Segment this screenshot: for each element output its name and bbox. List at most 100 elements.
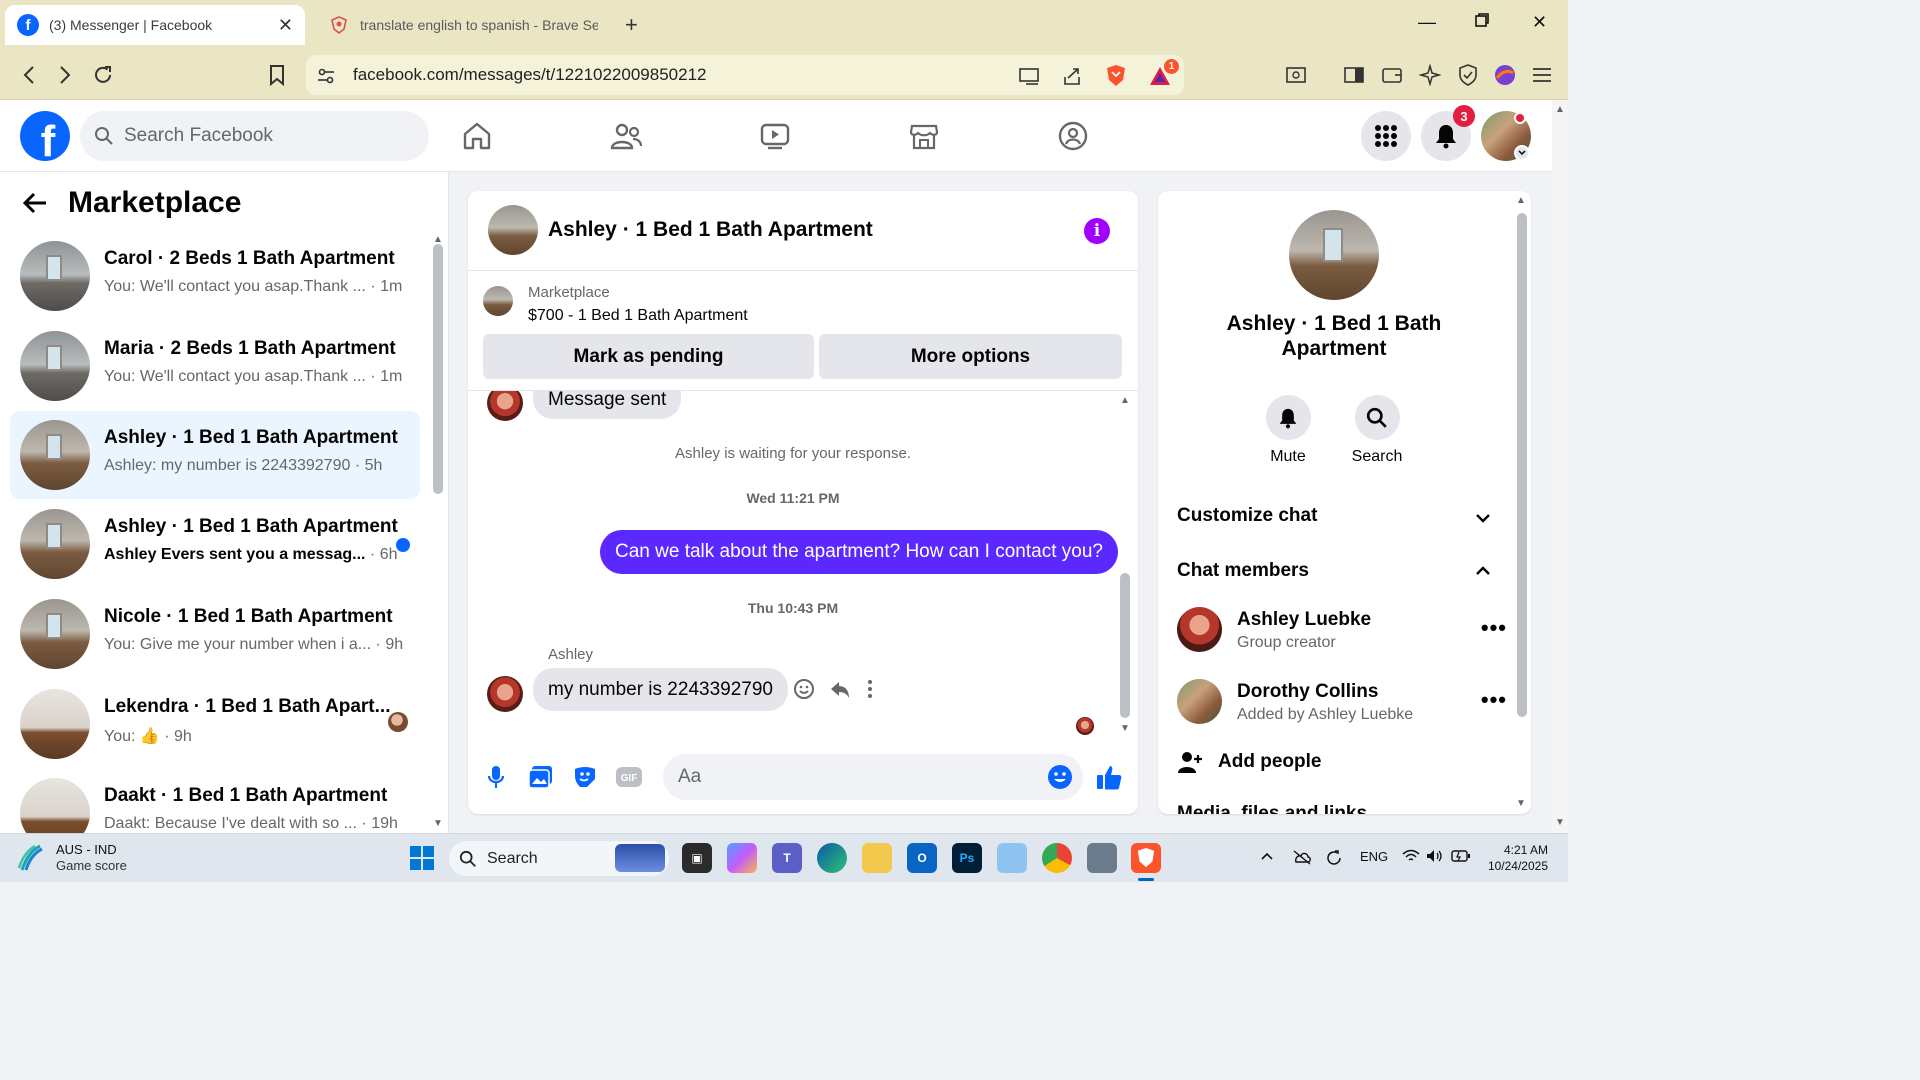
like-thumb-icon[interactable] xyxy=(1094,762,1124,792)
friends-icon[interactable] xyxy=(608,118,644,154)
windows-start-icon[interactable] xyxy=(407,843,437,873)
marketplace-icon[interactable] xyxy=(906,118,942,154)
profile-icon[interactable] xyxy=(1493,63,1517,87)
facebook-search[interactable]: Search Facebook xyxy=(80,111,429,161)
listing-price[interactable]: $700 - 1 Bed 1 Bath Apartment xyxy=(528,307,748,325)
previous-message-bubble[interactable]: Message sent xyxy=(533,391,682,419)
conversation-item[interactable]: Lekendra · 1 Bed 1 Bath Apart... You: 👍 … xyxy=(10,680,420,768)
facebook-logo-icon[interactable]: f xyxy=(20,111,70,161)
scroll-down-arrow-icon[interactable]: ▼ xyxy=(433,818,443,829)
emoji-icon[interactable] xyxy=(1045,762,1075,792)
more-horizontal-icon[interactable]: ••• xyxy=(1481,687,1507,713)
tab-close-icon[interactable]: ✕ xyxy=(278,15,293,36)
system-clock[interactable]: 4:21 AM 10/24/2025 xyxy=(1482,842,1548,874)
chat-avatar[interactable] xyxy=(488,205,538,255)
details-scroll-down-icon[interactable]: ▼ xyxy=(1516,798,1526,809)
microphone-icon[interactable] xyxy=(481,762,511,792)
sidebar-scrollbar[interactable] xyxy=(433,244,443,494)
chevron-down-icon[interactable] xyxy=(1473,508,1493,528)
site-settings-icon[interactable] xyxy=(314,64,338,88)
watch-video-icon[interactable] xyxy=(757,118,793,154)
reload-icon[interactable] xyxy=(90,62,116,88)
outgoing-message-bubble[interactable]: Can we talk about the apartment? How can… xyxy=(600,530,1118,574)
teams-icon[interactable]: T xyxy=(772,843,802,873)
chat-scroll-down-icon[interactable]: ▼ xyxy=(1120,723,1130,734)
minimize-icon[interactable]: — xyxy=(1418,12,1436,33)
tab-brave-search[interactable]: translate english to spanish - Brave Sea… xyxy=(318,5,608,45)
details-scrollbar[interactable] xyxy=(1517,213,1527,717)
chat-members-header[interactable]: Chat members xyxy=(1177,560,1309,582)
conversation-item[interactable]: Daakt · 1 Bed 1 Bath Apartment Daakt: Be… xyxy=(10,769,420,833)
bookmark-icon[interactable] xyxy=(264,62,290,88)
member-row[interactable]: Ashley Luebke Group creator ••• xyxy=(1177,607,1507,657)
home-icon[interactable] xyxy=(459,118,495,154)
search-in-chat-button[interactable]: Search xyxy=(1342,395,1412,466)
brave-shields-icon[interactable] xyxy=(1104,64,1128,88)
cast-icon[interactable] xyxy=(1018,64,1042,88)
conversation-item[interactable]: Nicole · 1 Bed 1 Bath Apartment You: Giv… xyxy=(10,590,420,678)
app-icon[interactable] xyxy=(1087,843,1117,873)
more-vertical-icon[interactable] xyxy=(865,678,875,700)
restore-icon[interactable] xyxy=(1474,12,1490,33)
chat-scroll-up-icon[interactable]: ▲ xyxy=(1120,395,1130,406)
page-scrollbar[interactable]: ▲ ▼ xyxy=(1552,100,1568,833)
new-tab-icon[interactable]: + xyxy=(625,12,638,38)
edge-icon[interactable] xyxy=(817,843,847,873)
tab-messenger[interactable]: f (3) Messenger | Facebook ✕ xyxy=(5,5,305,45)
file-explorer-icon[interactable] xyxy=(862,843,892,873)
page-scroll-up-icon[interactable]: ▲ xyxy=(1555,104,1565,115)
photoshop-icon[interactable]: Ps xyxy=(952,843,982,873)
page-scroll-down-icon[interactable]: ▼ xyxy=(1555,817,1565,828)
groups-icon[interactable] xyxy=(1055,118,1091,154)
add-people-button[interactable]: Add people xyxy=(1177,750,1321,774)
weather-widget[interactable]: AUS - IND Game score xyxy=(18,842,127,874)
listing-thumbnail[interactable] xyxy=(483,286,513,316)
forward-icon[interactable] xyxy=(52,62,78,88)
conversation-item[interactable]: Maria · 2 Beds 1 Bath Apartment You: We'… xyxy=(10,322,420,410)
member-row[interactable]: Dorothy Collins Added by Ashley Luebke •… xyxy=(1177,679,1507,729)
gif-icon[interactable]: GIF xyxy=(614,762,644,792)
address-bar[interactable]: facebook.com/messages/t/1221022009850212… xyxy=(306,55,1184,95)
close-window-icon[interactable]: ✕ xyxy=(1532,12,1547,33)
vpn-shield-icon[interactable] xyxy=(1456,63,1480,87)
conversation-item-active[interactable]: Ashley · 1 Bed 1 Bath Apartment Ashley: … xyxy=(10,411,420,499)
volume-icon[interactable] xyxy=(1426,849,1444,866)
back-icon[interactable] xyxy=(16,62,42,88)
sidebar-toggle-icon[interactable] xyxy=(1342,63,1366,87)
mark-pending-button[interactable]: Mark as pending xyxy=(483,334,814,379)
photo-icon[interactable] xyxy=(526,762,556,792)
back-arrow-icon[interactable] xyxy=(22,191,48,215)
chrome-icon[interactable] xyxy=(1042,843,1072,873)
message-input[interactable] xyxy=(663,754,1083,800)
details-avatar[interactable] xyxy=(1289,210,1379,300)
brave-browser-icon[interactable] xyxy=(1131,843,1161,873)
taskbar-search[interactable]: Search xyxy=(449,841,669,876)
more-options-button[interactable]: More options xyxy=(819,334,1122,379)
wifi-icon[interactable] xyxy=(1402,849,1420,866)
more-horizontal-icon[interactable]: ••• xyxy=(1481,615,1507,641)
chevron-up-icon[interactable] xyxy=(1260,849,1274,864)
media-files-header[interactable]: Media, files and links xyxy=(1177,803,1367,814)
onedrive-offline-icon[interactable] xyxy=(1292,849,1312,868)
info-icon[interactable]: i xyxy=(1084,218,1110,244)
app-icon[interactable] xyxy=(997,843,1027,873)
language-indicator[interactable]: ENG xyxy=(1360,849,1388,864)
incoming-message-bubble[interactable]: my number is 2243392790 xyxy=(533,668,788,711)
conversation-item[interactable]: Carol · 2 Beds 1 Bath Apartment You: We'… xyxy=(10,232,420,320)
share-icon[interactable] xyxy=(1060,64,1084,88)
details-scroll-up-icon[interactable]: ▲ xyxy=(1516,195,1526,206)
copilot-icon[interactable] xyxy=(727,843,757,873)
chat-scrollbar[interactable] xyxy=(1120,573,1130,718)
wallet-icon[interactable] xyxy=(1380,63,1404,87)
task-view-icon[interactable]: ▣ xyxy=(682,843,712,873)
battery-icon[interactable] xyxy=(1451,849,1471,866)
menu-grid-button[interactable] xyxy=(1361,111,1411,161)
menu-icon[interactable] xyxy=(1530,63,1554,87)
react-emoji-icon[interactable] xyxy=(793,678,815,700)
outlook-icon[interactable]: O xyxy=(907,843,937,873)
reader-mode-icon[interactable] xyxy=(1284,63,1308,87)
customize-chat-header[interactable]: Customize chat xyxy=(1177,505,1317,527)
chat-title[interactable]: Ashley · 1 Bed 1 Bath Apartment xyxy=(548,218,873,242)
chevron-down-icon[interactable] xyxy=(1514,145,1530,161)
reply-icon[interactable] xyxy=(829,678,851,700)
